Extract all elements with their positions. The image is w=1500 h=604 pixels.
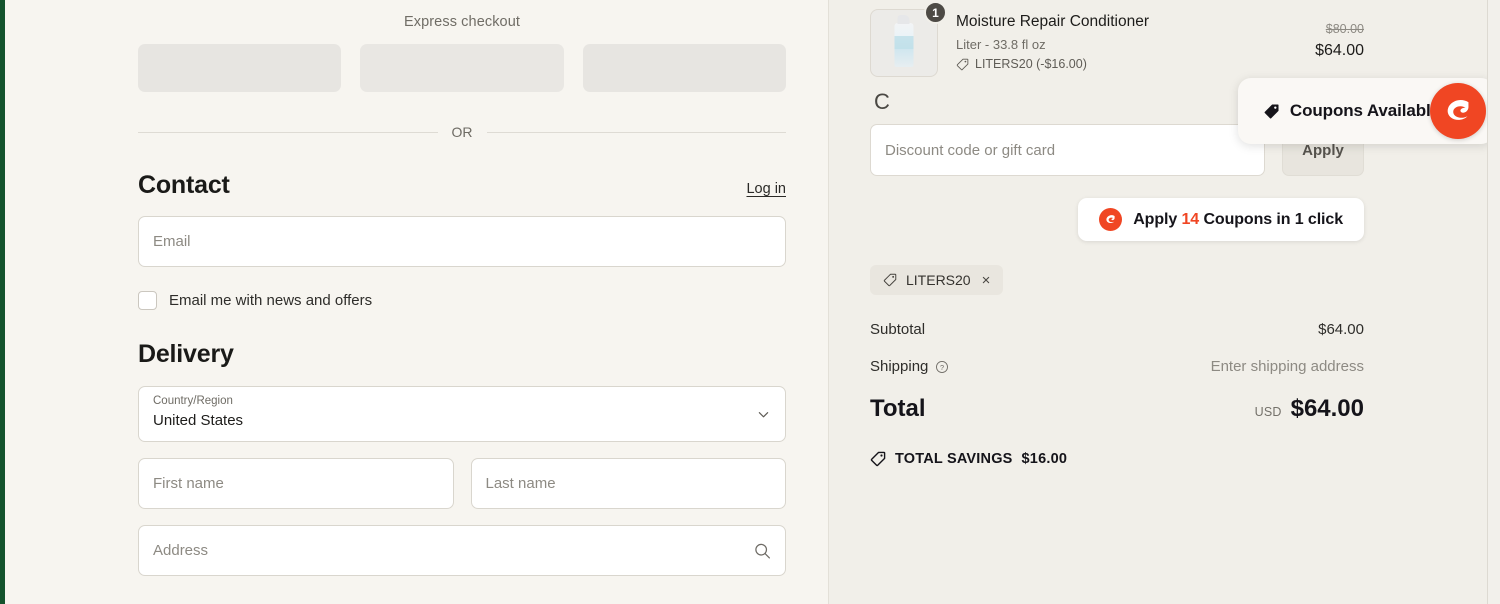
subtotal-row: Subtotal $64.00	[870, 321, 1364, 338]
applied-discount-code: LITERS20	[906, 272, 971, 288]
newsletter-label: Email me with news and offers	[169, 292, 373, 309]
product-variant: Liter - 33.8 fl oz	[956, 37, 1046, 52]
product-price-current: $64.00	[1315, 42, 1364, 59]
last-name-field[interactable]: Last name	[470, 458, 786, 509]
express-checkout-heading: Express checkout	[403, 14, 521, 30]
coupons-available-label: Coupons Available	[1289, 101, 1440, 120]
quantity-badge: 1	[924, 1, 947, 24]
email-field[interactable]: Email	[138, 216, 786, 267]
capital-one-shopping-logo-button[interactable]	[1430, 83, 1486, 139]
oneclick-coupon-wrap: Apply 14 Coupons in 1 click	[870, 198, 1500, 241]
first-name-placeholder: First name	[153, 475, 224, 492]
coupons-available-widget[interactable]: Coupons Available	[1237, 78, 1494, 144]
address-placeholder: Address	[153, 542, 209, 559]
subtotal-value: $64.00	[1318, 321, 1364, 338]
delivery-title: Delivery	[138, 340, 234, 368]
total-savings-label: TOTAL SAVINGS	[895, 451, 1013, 467]
svg-text:?: ?	[940, 362, 944, 371]
help-circle-icon[interactable]: ?	[935, 360, 949, 374]
tag-filled-icon	[1264, 103, 1279, 118]
checkout-page: Express checkout OR Contact Log in Email	[0, 0, 1500, 604]
oneclick-prefix: Apply	[1133, 210, 1182, 228]
newsletter-checkbox[interactable]	[138, 291, 157, 310]
divider-line-left	[138, 131, 438, 133]
product-prices: $80.00 $64.00	[1315, 22, 1364, 60]
shipping-label: Shipping	[870, 358, 929, 375]
discount-code-input[interactable]: Discount code or gift card	[870, 124, 1265, 176]
country-region-select[interactable]: Country/Region United States	[138, 386, 786, 442]
total-value: $64.00	[1290, 395, 1364, 422]
total-amount-wrap: USD $64.00	[1255, 395, 1364, 423]
country-region-label: Country/Region	[153, 395, 233, 407]
first-name-field[interactable]: First name	[138, 458, 454, 509]
express-pay-button-3[interactable]	[582, 44, 786, 92]
product-thumbnail-wrap: 1	[870, 1, 947, 77]
contact-section-header: Contact Log in	[138, 171, 786, 200]
search-icon[interactable]	[754, 542, 771, 559]
remove-discount-icon[interactable]: ×	[982, 273, 991, 288]
order-totals: Subtotal $64.00 Shipping ? Enter shippin…	[870, 321, 1500, 467]
express-pay-button-2[interactable]	[360, 44, 564, 92]
or-divider: OR	[138, 124, 786, 140]
oneclick-suffix: Coupons in 1 click	[1199, 210, 1343, 228]
product-name: Moisture Repair Conditioner	[956, 13, 1149, 30]
express-checkout-buttons	[138, 44, 786, 92]
total-savings-value: $16.00	[1021, 451, 1068, 467]
total-label: Total	[870, 395, 926, 422]
tag-icon	[956, 58, 969, 70]
address-field[interactable]: Address	[138, 525, 786, 576]
or-label: OR	[451, 124, 473, 140]
divider-line-right	[486, 131, 786, 133]
last-name-placeholder: Last name	[485, 475, 556, 492]
applied-discount-chip[interactable]: LITERS20 ×	[870, 265, 1004, 295]
order-summary-pane: 1 Moisture Repair Conditioner Liter - 33…	[828, 0, 1500, 604]
cart-line-item: 1 Moisture Repair Conditioner Liter - 33…	[870, 0, 1500, 77]
apply-coupons-one-click-button[interactable]: Apply 14 Coupons in 1 click	[1078, 198, 1364, 241]
grand-total-row: Total USD $64.00	[870, 395, 1364, 423]
total-savings-row: TOTAL SAVINGS $16.00	[870, 451, 1364, 467]
apply-coupons-label: Apply 14 Coupons in 1 click	[1133, 211, 1343, 229]
product-bottle-image	[894, 15, 914, 67]
capital-one-shopping-icon	[1099, 208, 1123, 231]
shipping-row: Shipping ? Enter shipping address	[870, 358, 1364, 375]
browser-window-left-edge	[0, 0, 5, 604]
capital-one-shopping-icon	[1447, 100, 1469, 120]
discount-code-placeholder: Discount code or gift card	[885, 141, 1056, 159]
newsletter-opt-in-row[interactable]: Email me with news and offers	[138, 291, 786, 310]
total-currency: USD	[1254, 405, 1282, 419]
shipping-value: Enter shipping address	[1210, 358, 1364, 375]
subtotal-label: Subtotal	[870, 321, 926, 338]
checkout-form-pane: Express checkout OR Contact Log in Email	[0, 0, 828, 604]
product-info: Moisture Repair Conditioner Liter - 33.8…	[956, 9, 1364, 71]
contact-title: Contact	[138, 171, 230, 199]
product-discount-text: LITERS20 (-$16.00)	[975, 57, 1087, 71]
shipping-label-wrap: Shipping ?	[870, 358, 949, 375]
product-price-original: $80.00	[1325, 22, 1364, 36]
country-region-value: United States	[153, 412, 244, 429]
oneclick-count: 14	[1181, 210, 1200, 228]
chevron-down-icon	[758, 412, 769, 418]
product-discount-row: LITERS20 (-$16.00)	[956, 57, 1364, 71]
express-pay-button-1[interactable]	[138, 44, 342, 92]
email-placeholder: Email	[153, 233, 191, 250]
page-scrollbar[interactable]	[1487, 0, 1500, 604]
name-fields-row: First name Last name	[138, 442, 786, 509]
log-in-link[interactable]: Log in	[746, 181, 786, 197]
tag-icon	[883, 273, 897, 287]
tag-icon	[870, 451, 886, 467]
